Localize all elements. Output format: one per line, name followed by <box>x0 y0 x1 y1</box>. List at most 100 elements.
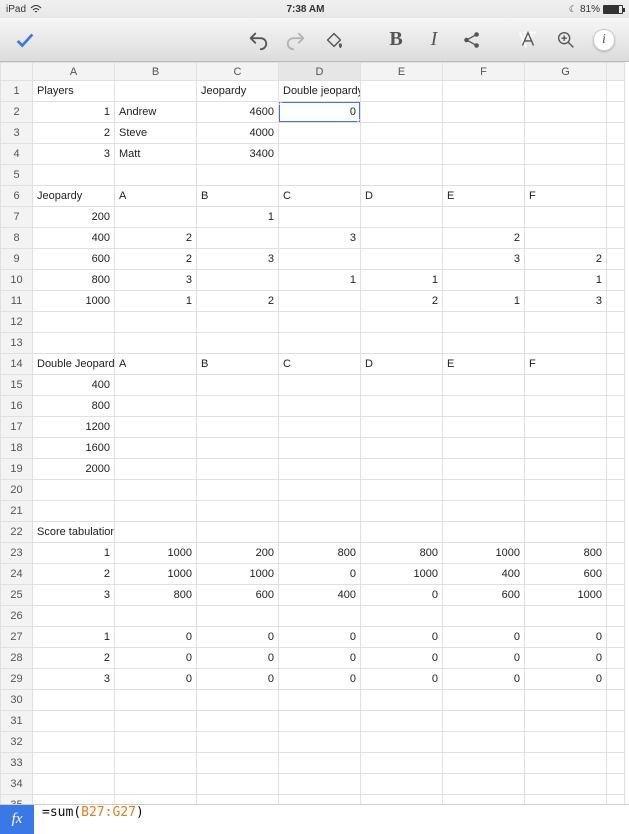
cell-C28[interactable]: 0 <box>197 648 279 669</box>
cell-B10[interactable]: 3 <box>115 270 197 291</box>
cell-E23[interactable]: 800 <box>361 543 443 564</box>
cell-A8[interactable]: 400 <box>33 228 115 249</box>
cell-B17[interactable] <box>115 417 197 438</box>
cell-G31[interactable] <box>525 711 607 732</box>
row-header[interactable]: 33 <box>1 753 33 774</box>
cell-D18[interactable] <box>279 438 361 459</box>
cell-B29[interactable]: 0 <box>115 669 197 690</box>
cell-C6[interactable]: B <box>197 186 279 207</box>
row-header[interactable]: 29 <box>1 669 33 690</box>
cell-C10[interactable] <box>197 270 279 291</box>
redo-button[interactable] <box>279 23 313 57</box>
cell-D33[interactable] <box>279 753 361 774</box>
cell-A25[interactable]: 3 <box>33 585 115 606</box>
cell-F10[interactable] <box>443 270 525 291</box>
cell-F27[interactable]: 0 <box>443 627 525 648</box>
cell-D23[interactable]: 800 <box>279 543 361 564</box>
cell-E9[interactable] <box>361 249 443 270</box>
cell-C26[interactable] <box>197 606 279 627</box>
cell-B6[interactable]: A <box>115 186 197 207</box>
cell-E11[interactable]: 2 <box>361 291 443 312</box>
cell-B30[interactable] <box>115 690 197 711</box>
row-header[interactable]: 9 <box>1 249 33 270</box>
cell-C11[interactable]: 2 <box>197 291 279 312</box>
row-header[interactable]: 14 <box>1 354 33 375</box>
cell-A13[interactable] <box>33 333 115 354</box>
cell-B9[interactable]: 2 <box>115 249 197 270</box>
cell-G16[interactable] <box>525 396 607 417</box>
cell-D2[interactable]: 0 <box>279 102 361 123</box>
cell-C1[interactable]: Jeopardy <box>197 81 279 102</box>
cell-B8[interactable]: 2 <box>115 228 197 249</box>
row-header[interactable]: 30 <box>1 690 33 711</box>
cell-C19[interactable] <box>197 459 279 480</box>
row-header[interactable]: 19 <box>1 459 33 480</box>
cell-G26[interactable] <box>525 606 607 627</box>
cell-C9[interactable]: 3 <box>197 249 279 270</box>
cell-G7[interactable] <box>525 207 607 228</box>
cell-G3[interactable] <box>525 123 607 144</box>
cell-E33[interactable] <box>361 753 443 774</box>
cell-F4[interactable] <box>443 144 525 165</box>
cell-B35[interactable] <box>115 795 197 805</box>
cell-B31[interactable] <box>115 711 197 732</box>
cell-F15[interactable] <box>443 375 525 396</box>
cell-A29[interactable]: 3 <box>33 669 115 690</box>
cell-E13[interactable] <box>361 333 443 354</box>
cell-A17[interactable]: 1200 <box>33 417 115 438</box>
cell-A3[interactable]: 2 <box>33 123 115 144</box>
cell-D27[interactable]: 0 <box>279 627 361 648</box>
cell-A23[interactable]: 1 <box>33 543 115 564</box>
cell-E15[interactable] <box>361 375 443 396</box>
cell-F33[interactable] <box>443 753 525 774</box>
cell-A12[interactable] <box>33 312 115 333</box>
cell-E19[interactable] <box>361 459 443 480</box>
cell-A16[interactable]: 800 <box>33 396 115 417</box>
cell-E25[interactable]: 0 <box>361 585 443 606</box>
spreadsheet-area[interactable]: ABCDEFG 1PlayersJeopardyDouble jeopardy2… <box>0 62 629 804</box>
cell-A1[interactable]: Players <box>33 81 115 102</box>
cell-G10[interactable]: 1 <box>525 270 607 291</box>
cell-D16[interactable] <box>279 396 361 417</box>
cell-A30[interactable] <box>33 690 115 711</box>
cell-C15[interactable] <box>197 375 279 396</box>
cell-A33[interactable] <box>33 753 115 774</box>
cell-F19[interactable] <box>443 459 525 480</box>
cell-A7[interactable]: 200 <box>33 207 115 228</box>
cell-A28[interactable]: 2 <box>33 648 115 669</box>
cell-B11[interactable]: 1 <box>115 291 197 312</box>
cell-G14[interactable]: F <box>525 354 607 375</box>
select-all-corner[interactable] <box>1 63 33 81</box>
cell-D24[interactable]: 0 <box>279 564 361 585</box>
cell-F7[interactable] <box>443 207 525 228</box>
cell-G4[interactable] <box>525 144 607 165</box>
cell-E18[interactable] <box>361 438 443 459</box>
cell-A27[interactable]: 1 <box>33 627 115 648</box>
cell-A15[interactable]: 400 <box>33 375 115 396</box>
cell-G25[interactable]: 1000 <box>525 585 607 606</box>
cell-E5[interactable] <box>361 165 443 186</box>
cell-A21[interactable] <box>33 501 115 522</box>
cell-B26[interactable] <box>115 606 197 627</box>
cell-D19[interactable] <box>279 459 361 480</box>
col-header-C[interactable]: C <box>197 63 279 81</box>
cell-B27[interactable]: 0 <box>115 627 197 648</box>
selection-handle-tl[interactable] <box>279 102 283 106</box>
cell-F22[interactable] <box>443 522 525 543</box>
cell-F30[interactable] <box>443 690 525 711</box>
cell-G24[interactable]: 600 <box>525 564 607 585</box>
cell-B5[interactable] <box>115 165 197 186</box>
cell-C4[interactable]: 3400 <box>197 144 279 165</box>
cell-C24[interactable]: 1000 <box>197 564 279 585</box>
cell-G28[interactable]: 0 <box>525 648 607 669</box>
cell-G20[interactable] <box>525 480 607 501</box>
cell-A4[interactable]: 3 <box>33 144 115 165</box>
selection-handle-br[interactable] <box>357 119 361 123</box>
cell-A20[interactable] <box>33 480 115 501</box>
cell-D35[interactable] <box>279 795 361 805</box>
cell-C20[interactable] <box>197 480 279 501</box>
cell-D12[interactable] <box>279 312 361 333</box>
row-header[interactable]: 4 <box>1 144 33 165</box>
cell-E1[interactable] <box>361 81 443 102</box>
row-header[interactable]: 35 <box>1 795 33 805</box>
